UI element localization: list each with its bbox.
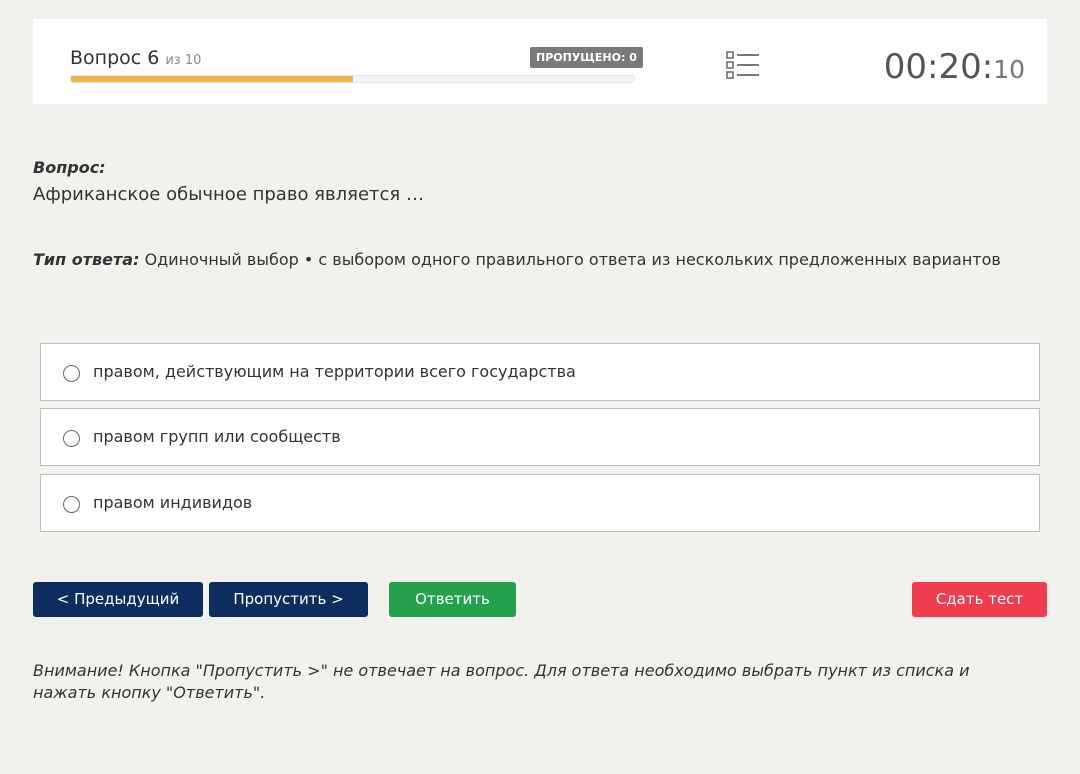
- answer-type: Тип ответа: Одиночный выбор • с выбором …: [33, 250, 1001, 269]
- question-counter: Вопрос 6 из 10: [70, 47, 201, 69]
- option-label: правом, действующим на территории всего …: [93, 362, 576, 381]
- question-total: из 10: [165, 53, 202, 68]
- skip-button[interactable]: Пропустить >: [209, 582, 368, 617]
- answer-type-label: Тип ответа:: [33, 250, 140, 269]
- timer-seconds: 10: [993, 55, 1025, 84]
- question-label: Вопрос:: [33, 158, 106, 177]
- radio-button[interactable]: [63, 430, 80, 447]
- option-label: правом групп или сообществ: [93, 427, 341, 446]
- warning-text: Внимание! Кнопка "Пропустить >" не отвеч…: [33, 661, 970, 702]
- radio-button[interactable]: [63, 365, 80, 382]
- question-text: Африканское обычное право является …: [33, 184, 424, 205]
- submit-test-button[interactable]: Сдать тест: [912, 582, 1047, 617]
- answer-button[interactable]: Ответить: [389, 582, 516, 617]
- quiz-header: Вопрос 6 из 10 ПРОПУЩЕНО: 0 00:20:10: [33, 19, 1047, 104]
- radio-button[interactable]: [63, 496, 80, 513]
- progress-bar-fill: [71, 76, 353, 82]
- previous-button[interactable]: < Предыдущий: [33, 582, 203, 617]
- list-icon[interactable]: [726, 50, 760, 80]
- question-number: Вопрос 6: [70, 47, 160, 69]
- skipped-badge: ПРОПУЩЕНО: 0: [530, 47, 643, 68]
- progress-bar: [70, 75, 635, 83]
- answer-type-text: Одиночный выбор • с выбором одного прави…: [144, 250, 1001, 269]
- timer: 00:20:10: [884, 47, 1025, 87]
- timer-main: 00:20:: [883, 47, 994, 87]
- option-label: правом индивидов: [93, 493, 253, 512]
- answer-option-3[interactable]: правом индивидов: [40, 474, 1040, 532]
- answer-option-1[interactable]: правом, действующим на территории всего …: [40, 343, 1040, 401]
- answer-option-2[interactable]: правом групп или сообществ: [40, 408, 1040, 466]
